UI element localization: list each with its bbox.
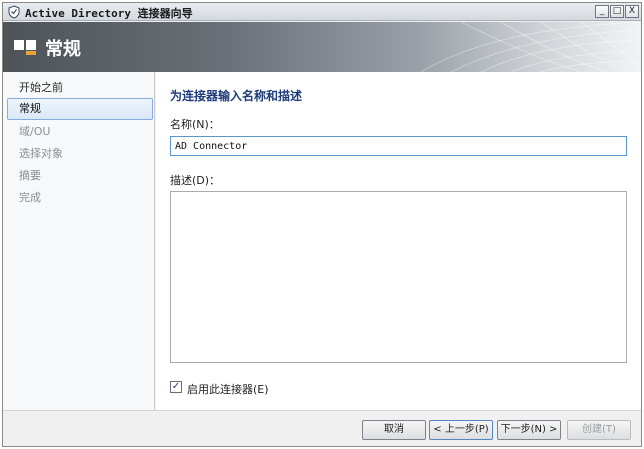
section-heading: 为连接器输入名称和描述 — [170, 89, 303, 103]
previous-button[interactable]: < 上一步(P) — [429, 420, 493, 440]
nav-step-summary[interactable]: 摘要 — [7, 166, 153, 188]
wizard-steps-nav: 开始之前 常规 域/OU 选择对象 摘要 完成 — [3, 72, 155, 410]
nav-step-select-objects[interactable]: 选择对象 — [7, 144, 153, 166]
window-title: Active Directory 连接器向导 — [25, 7, 193, 20]
enable-connector-label[interactable]: 启用此连接器(E) — [187, 381, 269, 397]
description-label: 描述(D)： — [170, 174, 221, 187]
wizard-window: Active Directory 连接器向导 _ □ X 常规 开始之前 常规 … — [2, 2, 642, 447]
name-label: 名称(N)： — [170, 118, 220, 131]
close-button[interactable]: X — [625, 5, 639, 18]
banner-decoration — [420, 22, 641, 72]
name-input[interactable] — [170, 136, 627, 156]
nav-step-finish[interactable]: 完成 — [7, 188, 153, 210]
nav-step-domain-ou[interactable]: 域/OU — [7, 122, 153, 144]
cancel-button[interactable]: 取消 — [362, 420, 426, 440]
main-panel: 为连接器输入名称和描述 名称(N)： 描述(D)： ✓ 启用此连接器(E) — [156, 72, 641, 410]
create-button[interactable]: 创建(T) — [567, 420, 631, 440]
connector-blocks-icon — [14, 40, 36, 55]
header-banner: 常规 — [3, 22, 641, 72]
description-textarea[interactable] — [170, 191, 627, 363]
next-button[interactable]: 下一步(N) > — [497, 420, 561, 440]
app-shield-icon — [8, 5, 20, 19]
footer-bar: 取消 < 上一步(P) 下一步(N) > 创建(T) — [3, 410, 641, 446]
nav-step-before-you-begin[interactable]: 开始之前 — [7, 78, 153, 100]
page-title: 常规 — [45, 39, 81, 60]
nav-step-general[interactable]: 常规 — [7, 98, 153, 120]
enable-connector-checkbox[interactable]: ✓ — [170, 381, 182, 393]
title-bar[interactable]: Active Directory 连接器向导 _ □ X — [3, 3, 641, 21]
maximize-button[interactable]: □ — [610, 5, 624, 18]
minimize-button[interactable]: _ — [595, 5, 609, 18]
